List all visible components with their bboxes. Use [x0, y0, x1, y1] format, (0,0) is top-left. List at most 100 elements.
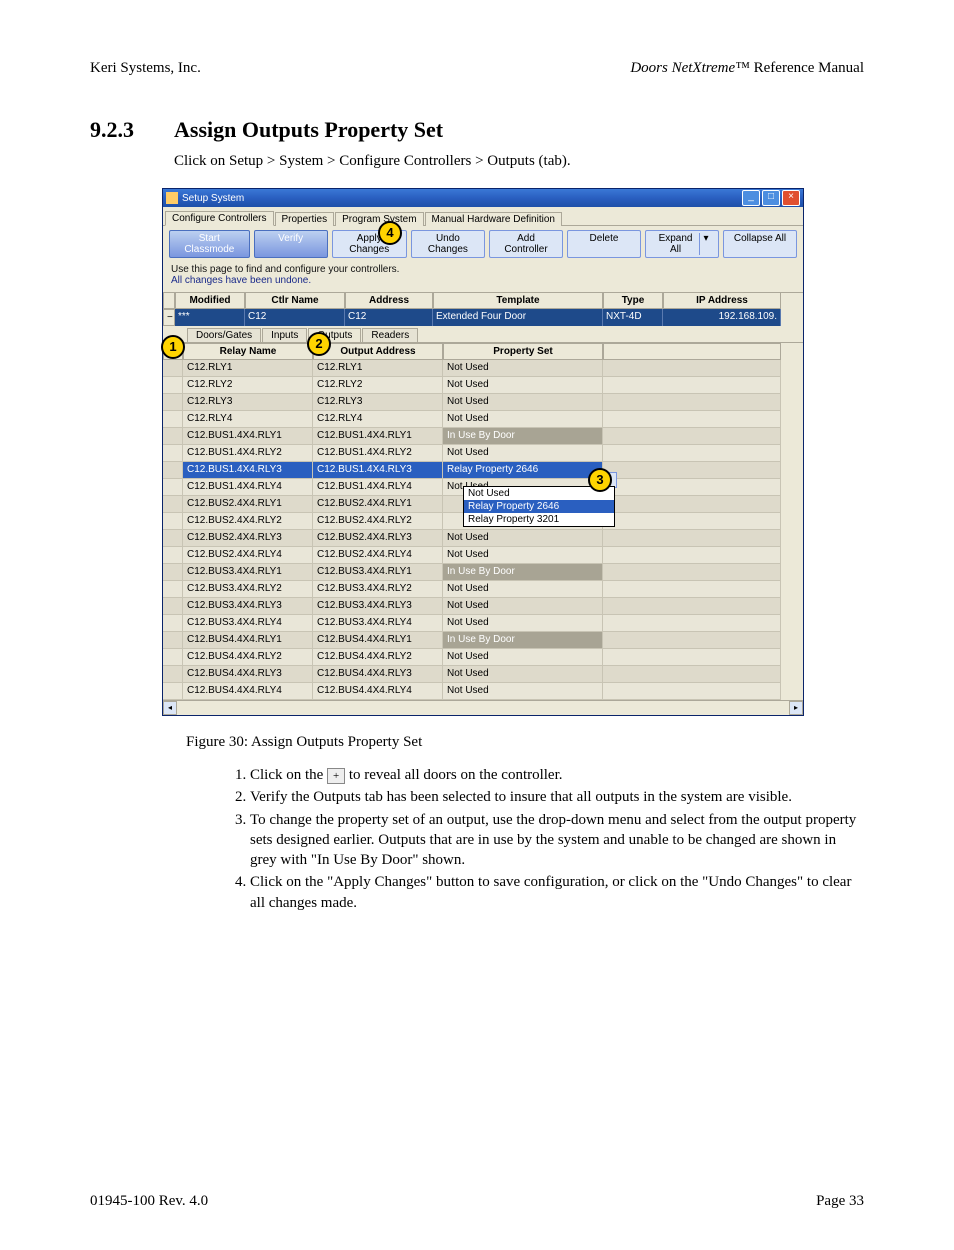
chevron-down-icon[interactable]: ▾ — [699, 233, 712, 255]
row-gutter — [163, 649, 183, 666]
relay-row[interactable]: C12.BUS2.4X4.RLY4C12.BUS2.4X4.RLY4Not Us… — [163, 547, 803, 564]
relay-row[interactable]: C12.RLY4C12.RLY4Not Used — [163, 411, 803, 428]
tab-program-system[interactable]: Program System — [335, 212, 423, 226]
product-name: Doors NetXtreme — [630, 60, 735, 76]
delete-button[interactable]: Delete — [567, 230, 641, 258]
cell-relay-name: C12.RLY2 — [183, 377, 313, 394]
cell-relay-name: C12.BUS1.4X4.RLY1 — [183, 428, 313, 445]
relay-row[interactable]: C12.BUS3.4X4.RLY4C12.BUS3.4X4.RLY4Not Us… — [163, 615, 803, 632]
cell-address: C12 — [345, 309, 433, 326]
relay-row[interactable]: C12.BUS1.4X4.RLY2C12.BUS1.4X4.RLY2Not Us… — [163, 445, 803, 462]
relay-row[interactable]: C12.BUS1.4X4.RLY1C12.BUS1.4X4.RLY1In Use… — [163, 428, 803, 445]
cell-output-address: C12.BUS3.4X4.RLY1 — [313, 564, 443, 581]
cell-property-set[interactable]: Not Used — [443, 666, 603, 683]
row-trailing — [603, 394, 781, 411]
maximize-button[interactable]: □ — [762, 190, 780, 206]
step-1: Click on the + to reveal all doors on th… — [250, 765, 864, 785]
cell-property-set[interactable]: Not Used — [443, 530, 603, 547]
relay-row[interactable]: C12.BUS3.4X4.RLY3C12.BUS3.4X4.RLY3Not Us… — [163, 598, 803, 615]
cell-property-set[interactable]: Not Used — [443, 649, 603, 666]
cell-property-set[interactable]: Not Used — [443, 598, 603, 615]
relay-row[interactable]: C12.BUS3.4X4.RLY2C12.BUS3.4X4.RLY2Not Us… — [163, 581, 803, 598]
cell-relay-name: C12.BUS4.4X4.RLY4 — [183, 683, 313, 700]
company-name: Keri Systems, Inc. — [90, 60, 201, 77]
cell-output-address: C12.BUS3.4X4.RLY3 — [313, 598, 443, 615]
row-gutter — [163, 547, 183, 564]
col-relay-name[interactable]: Relay Name — [183, 343, 313, 360]
relay-row[interactable]: C12.BUS4.4X4.RLY3C12.BUS4.4X4.RLY3Not Us… — [163, 666, 803, 683]
relay-row[interactable]: C12.BUS2.4X4.RLY3C12.BUS2.4X4.RLY3Not Us… — [163, 530, 803, 547]
controller-row[interactable]: − *** C12 C12 Extended Four Door NXT-4D … — [163, 309, 803, 326]
horizontal-scrollbar[interactable]: ◂ ▸ — [163, 700, 803, 715]
cell-output-address: C12.BUS1.4X4.RLY4 — [313, 479, 443, 496]
annotation-2: 2 — [307, 332, 331, 356]
verify-button[interactable]: Verify — [254, 230, 328, 258]
tab-manual-hardware[interactable]: Manual Hardware Definition — [425, 212, 562, 226]
scroll-left-icon[interactable]: ◂ — [163, 701, 177, 715]
subtab-doors-gates[interactable]: Doors/Gates — [187, 328, 261, 342]
cell-relay-name: C12.BUS1.4X4.RLY4 — [183, 479, 313, 496]
tab-configure-controllers[interactable]: Configure Controllers — [165, 211, 274, 226]
start-classmode-button[interactable]: Start Classmode — [169, 230, 250, 258]
col-ctlr-name[interactable]: Ctlr Name — [245, 293, 345, 309]
collapse-all-button[interactable]: Collapse All — [723, 230, 797, 258]
subtab-readers[interactable]: Readers — [362, 328, 418, 342]
cell-property-set[interactable]: Not Used — [443, 683, 603, 700]
dropdown-option-3201[interactable]: Relay Property 3201 — [464, 513, 614, 526]
minimize-button[interactable]: _ — [742, 190, 760, 206]
scroll-right-icon[interactable]: ▸ — [789, 701, 803, 715]
col-modified[interactable]: Modified — [175, 293, 245, 309]
col-address[interactable]: Address — [345, 293, 433, 309]
cell-property-set[interactable]: In Use By Door — [443, 428, 603, 445]
cell-property-set[interactable]: Not Used — [443, 360, 603, 377]
cell-property-set[interactable]: In Use By Door — [443, 564, 603, 581]
cell-property-set[interactable]: Not Used — [443, 615, 603, 632]
figure-caption: Figure 30: Assign Outputs Property Set — [186, 734, 864, 751]
add-controller-button[interactable]: Add Controller — [489, 230, 563, 258]
cell-property-set[interactable]: Not Used — [443, 445, 603, 462]
col-output-address[interactable]: Output Address — [313, 343, 443, 360]
tab-properties[interactable]: Properties — [275, 212, 335, 226]
cell-property-set[interactable]: Relay Property 2646 — [443, 462, 603, 479]
top-tabs: Configure Controllers Properties Program… — [163, 207, 803, 226]
row-trailing — [603, 598, 781, 615]
row-gutter — [163, 394, 183, 411]
col-property-set[interactable]: Property Set — [443, 343, 603, 360]
row-trailing — [603, 479, 781, 496]
step-3: To change the property set of an output,… — [250, 810, 864, 871]
relay-row[interactable]: C12.BUS4.4X4.RLY1C12.BUS4.4X4.RLY1In Use… — [163, 632, 803, 649]
property-set-dropdown[interactable]: Not Used Relay Property 2646 Relay Prope… — [463, 486, 615, 527]
cell-output-address: C12.BUS2.4X4.RLY3 — [313, 530, 443, 547]
relay-row[interactable]: C12.BUS3.4X4.RLY1C12.BUS3.4X4.RLY1In Use… — [163, 564, 803, 581]
col-type[interactable]: Type — [603, 293, 663, 309]
subtab-inputs[interactable]: Inputs — [262, 328, 307, 342]
cell-relay-name: C12.BUS1.4X4.RLY2 — [183, 445, 313, 462]
manual-suffix: Reference Manual — [750, 60, 864, 76]
close-button[interactable]: × — [782, 190, 800, 206]
row-gutter — [163, 428, 183, 445]
cell-relay-name: C12.RLY4 — [183, 411, 313, 428]
cell-property-set[interactable]: Not Used — [443, 394, 603, 411]
relay-row[interactable]: C12.RLY2C12.RLY2Not Used — [163, 377, 803, 394]
cell-property-set[interactable]: Not Used — [443, 377, 603, 394]
cell-property-set[interactable]: Not Used — [443, 581, 603, 598]
dropdown-option-2646[interactable]: Relay Property 2646 — [464, 500, 614, 513]
row-trailing — [603, 666, 781, 683]
cell-property-set[interactable]: Not Used — [443, 411, 603, 428]
row-gutter — [163, 615, 183, 632]
relay-row[interactable]: C12.BUS4.4X4.RLY2C12.BUS4.4X4.RLY2Not Us… — [163, 649, 803, 666]
relay-row[interactable]: C12.BUS4.4X4.RLY4C12.BUS4.4X4.RLY4Not Us… — [163, 683, 803, 700]
cell-property-set[interactable]: Not Used — [443, 547, 603, 564]
titlebar[interactable]: Setup System _ □ × — [163, 189, 803, 207]
expand-all-button[interactable]: Expand All▾ — [645, 230, 719, 258]
relay-row[interactable]: C12.RLY1C12.RLY1Not Used — [163, 360, 803, 377]
relay-row[interactable]: C12.RLY3C12.RLY3Not Used — [163, 394, 803, 411]
relay-row[interactable]: C12.BUS1.4X4.RLY3C12.BUS1.4X4.RLY3Relay … — [163, 462, 803, 479]
row-gutter — [163, 683, 183, 700]
col-ip[interactable]: IP Address — [663, 293, 781, 309]
cell-property-set[interactable]: In Use By Door — [443, 632, 603, 649]
undo-changes-button[interactable]: Undo Changes — [411, 230, 485, 258]
col-template[interactable]: Template — [433, 293, 603, 309]
expand-toggle-icon[interactable]: − — [163, 309, 175, 326]
row-trailing — [603, 649, 781, 666]
